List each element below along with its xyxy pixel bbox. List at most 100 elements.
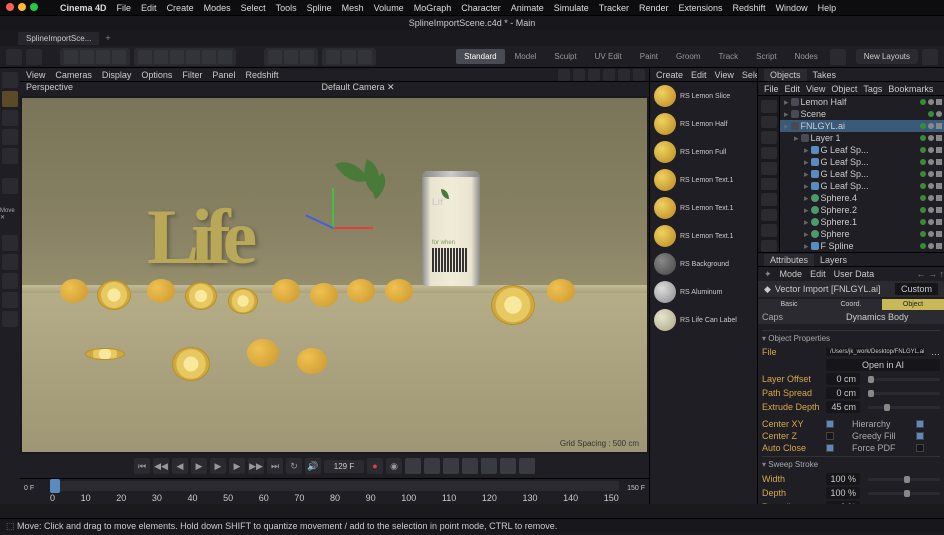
tree-row[interactable]: ▸Sphere: [780, 228, 944, 240]
view-menu-redshift[interactable]: Redshift: [245, 70, 278, 80]
redo-icon[interactable]: [26, 49, 42, 65]
tab-attributes[interactable]: Attributes: [764, 254, 814, 266]
material-row[interactable]: RS Lemon Half: [650, 110, 757, 138]
section-object-props[interactable]: Object Properties: [762, 330, 940, 346]
live-select-icon[interactable]: [64, 50, 78, 64]
material-row[interactable]: RS Lemon Full: [650, 138, 757, 166]
play-icon[interactable]: ▶: [210, 458, 226, 474]
visibility-dot[interactable]: [920, 195, 926, 201]
goto-end-icon[interactable]: ⏭: [267, 458, 283, 474]
view-nav-icon[interactable]: [558, 69, 570, 81]
material-row[interactable]: RS Life Can Label: [650, 306, 757, 334]
attr-menu-edit[interactable]: Edit: [810, 269, 826, 279]
attr-menu-mode[interactable]: Mode: [780, 269, 803, 279]
text-icon[interactable]: [761, 131, 777, 144]
timeline-start[interactable]: 0 F: [24, 485, 34, 492]
view-menu-filter[interactable]: Filter: [182, 70, 202, 80]
attr-menu-userdata[interactable]: User Data: [834, 269, 875, 279]
deformer-icon[interactable]: [761, 178, 777, 191]
menu-tracker[interactable]: Tracker: [599, 3, 629, 13]
tab-layers[interactable]: Layers: [820, 255, 847, 265]
poly-icon[interactable]: [2, 273, 18, 289]
extrude-icon[interactable]: [2, 292, 18, 308]
menu-animate[interactable]: Animate: [511, 3, 544, 13]
visibility-dot[interactable]: [920, 171, 926, 177]
layout-icon[interactable]: [830, 49, 846, 65]
menu-simulate[interactable]: Simulate: [554, 3, 589, 13]
visibility-dot[interactable]: [920, 219, 926, 225]
visibility-dot[interactable]: [928, 111, 934, 117]
menu-render[interactable]: Render: [639, 3, 669, 13]
record-icon[interactable]: ●: [367, 458, 383, 474]
key-scale-icon[interactable]: [443, 458, 459, 474]
prev-key-icon[interactable]: ◀◀: [153, 458, 169, 474]
attr-preset-dropdown[interactable]: Custom: [895, 283, 938, 295]
tree-row[interactable]: ▸Lemon Half: [780, 96, 944, 108]
modetab-nodes[interactable]: Nodes: [787, 49, 826, 64]
attr-tab-basic[interactable]: Basic: [758, 299, 820, 310]
menu-file[interactable]: File: [117, 3, 132, 13]
visibility-dot[interactable]: [920, 147, 926, 153]
auto-close-checkbox[interactable]: [826, 444, 834, 452]
visibility-dot[interactable]: [920, 231, 926, 237]
material-row[interactable]: RS Lemon Text.1: [650, 194, 757, 222]
material-row[interactable]: RS Background: [650, 250, 757, 278]
view-menu-view[interactable]: View: [26, 70, 45, 80]
menu-tools[interactable]: Tools: [276, 3, 297, 13]
tab-takes[interactable]: Takes: [813, 70, 837, 80]
viewport-camera-label[interactable]: Default Camera ✕: [321, 82, 394, 96]
visibility-dot[interactable]: [920, 159, 926, 165]
material-row[interactable]: RS Aluminum: [650, 278, 757, 306]
next-frame-icon[interactable]: ▶: [229, 458, 245, 474]
visibility-dot[interactable]: [920, 207, 926, 213]
tree-row[interactable]: ▸Sphere.1: [780, 216, 944, 228]
visibility-dot[interactable]: [920, 123, 926, 129]
tree-row[interactable]: ▸Layer 1: [780, 132, 944, 144]
mat-menu-create[interactable]: Create: [656, 70, 683, 80]
sound-icon[interactable]: 🔊: [305, 458, 321, 474]
menu-help[interactable]: Help: [818, 3, 837, 13]
play-back-icon[interactable]: ▶: [191, 458, 207, 474]
key-pos-icon[interactable]: [405, 458, 421, 474]
menu-mograph[interactable]: MoGraph: [414, 3, 452, 13]
width-field[interactable]: 100 %: [826, 473, 860, 485]
layer-offset-field[interactable]: 0 cm: [826, 373, 860, 385]
menu-select[interactable]: Select: [241, 3, 266, 13]
menu-spline[interactable]: Spline: [307, 3, 332, 13]
environment-icon[interactable]: [761, 224, 777, 237]
center-xy-checkbox[interactable]: [826, 420, 834, 428]
recent-icon[interactable]: [2, 148, 18, 164]
visibility-dot[interactable]: [920, 243, 926, 249]
move-gizmo[interactable]: [303, 197, 363, 257]
modetab-sculpt[interactable]: Sculpt: [546, 49, 584, 64]
material-row[interactable]: RS Lemon Slice: [650, 82, 757, 110]
tree-row[interactable]: ▸Sphere.4: [780, 192, 944, 204]
undo-icon[interactable]: [6, 49, 22, 65]
timeline[interactable]: 0 F 010203040506070809010011012013014015…: [20, 478, 649, 504]
modetab-model[interactable]: Model: [507, 49, 545, 64]
menu-character[interactable]: Character: [461, 3, 501, 13]
knife-icon[interactable]: [2, 254, 18, 270]
open-in-ai-button[interactable]: Open in AI: [826, 359, 940, 371]
menu-mesh[interactable]: Mesh: [342, 3, 364, 13]
view-menu-display[interactable]: Display: [102, 70, 132, 80]
object-tree[interactable]: ▸Lemon Half▸Scene▸FNLGYL.ai▸Layer 1▸G Le…: [780, 96, 944, 252]
prev-frame-icon[interactable]: ◀: [172, 458, 188, 474]
menu-volume[interactable]: Volume: [374, 3, 404, 13]
modetab-groom[interactable]: Groom: [668, 49, 708, 64]
key-rot-icon[interactable]: [424, 458, 440, 474]
view-menu-cameras[interactable]: Cameras: [55, 70, 92, 80]
modetab-uvedit[interactable]: UV Edit: [587, 49, 630, 64]
material-row[interactable]: RS Lemon Text.1: [650, 166, 757, 194]
extrude-depth-field[interactable]: 45 cm: [826, 401, 860, 413]
rounding-field[interactable]: 0 %: [826, 501, 860, 504]
depth-field[interactable]: 100 %: [826, 487, 860, 499]
hierarchy-checkbox[interactable]: [916, 420, 924, 428]
coord-icon[interactable]: [2, 178, 18, 194]
key-param-icon[interactable]: [462, 458, 478, 474]
view-menu-panel[interactable]: Panel: [212, 70, 235, 80]
file-tab[interactable]: SplineImportSce...: [18, 32, 99, 45]
menu-redshift[interactable]: Redshift: [733, 3, 766, 13]
playhead[interactable]: [50, 479, 60, 493]
goto-start-icon[interactable]: ⏮: [134, 458, 150, 474]
